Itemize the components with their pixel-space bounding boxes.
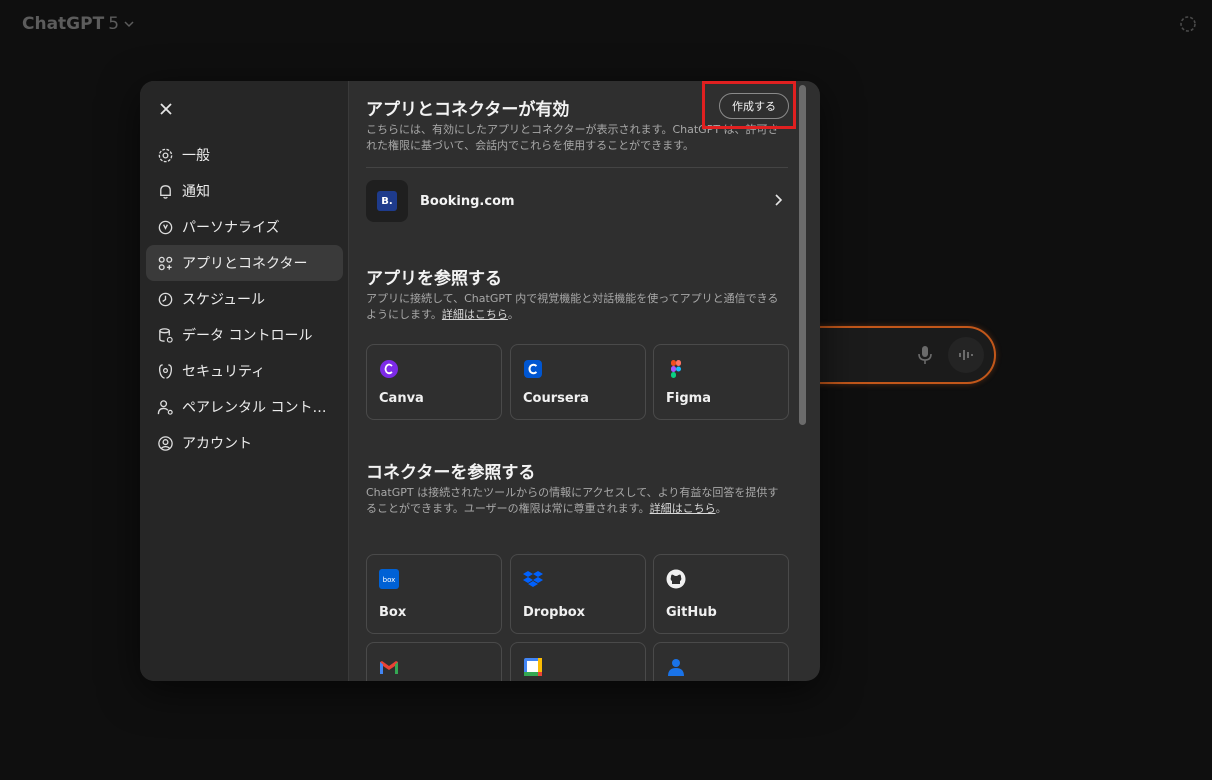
chevron-down-icon (124, 21, 134, 28)
enabled-app-booking[interactable]: B. Booking.com (366, 179, 788, 223)
sidebar-item-label: セキュリティ (182, 364, 266, 380)
apps-icon (158, 256, 173, 270)
connector-card-gmail[interactable] (366, 642, 502, 681)
connector-card-contacts[interactable] (653, 642, 789, 681)
settings-sidebar: 一般 通知 パーソナライズ アプリとコネクター スケジュール データ コントロー… (140, 81, 349, 681)
connector-card-box[interactable]: box Box (366, 554, 502, 634)
sidebar-item-account[interactable]: アカウント (146, 425, 343, 461)
sidebar-item-apps-connectors[interactable]: アプリとコネクター (146, 245, 343, 281)
settings-nav: 一般 通知 パーソナライズ アプリとコネクター スケジュール データ コントロー… (146, 137, 343, 461)
svg-text:box: box (383, 576, 396, 584)
card-label: GitHub (666, 605, 717, 620)
sidebar-item-general[interactable]: 一般 (146, 137, 343, 173)
connectors-learn-more-link[interactable]: 詳細はこちら (650, 502, 716, 515)
sidebar-item-schedule[interactable]: スケジュール (146, 281, 343, 317)
booking-name: Booking.com (420, 193, 515, 209)
connector-card-dropbox[interactable]: Dropbox (510, 554, 646, 634)
connectors-section-description: ChatGPT は接続されたツールからの情報にアクセスして、より有益な回答を提供… (366, 486, 779, 515)
personalize-icon (158, 220, 173, 234)
sidebar-item-label: 一般 (182, 148, 210, 164)
dropbox-icon (523, 571, 543, 587)
sidebar-item-label: パーソナライズ (182, 220, 280, 236)
sidebar-item-label: データ コントロール (182, 328, 313, 344)
apps-learn-more-link[interactable]: 詳細はこちら (442, 308, 508, 321)
sidebar-item-label: スケジュール (182, 292, 266, 308)
model-selector[interactable]: ChatGPT 5 (22, 14, 135, 34)
close-button[interactable] (154, 97, 178, 121)
booking-logo: B. (366, 180, 408, 222)
chevron-right-icon (775, 194, 783, 206)
card-label: Canva (379, 391, 424, 406)
github-icon (666, 569, 686, 589)
card-label: Coursera (523, 391, 589, 406)
app-card-canva[interactable]: Canva (366, 344, 502, 420)
parental-icon (157, 399, 173, 415)
shield-icon (158, 363, 173, 379)
google-calendar-icon (524, 658, 542, 676)
sidebar-item-label: アプリとコネクター (182, 256, 308, 272)
annotation-highlight-box (702, 81, 796, 129)
booking-logo-mark: B. (377, 191, 397, 211)
contacts-icon (668, 659, 684, 676)
sidebar-item-parental-controls[interactable]: ペアレンタル コント… (146, 389, 343, 425)
gear-icon (158, 148, 173, 162)
model-version: 5 (108, 14, 120, 34)
microphone-icon[interactable] (916, 345, 934, 365)
waveform-icon (959, 350, 973, 360)
connectors-desc-text: ChatGPT は接続されたツールからの情報にアクセスして、より有益な回答を提供… (366, 486, 779, 515)
box-icon: box (379, 569, 399, 589)
connectors-section-title: コネクターを参照する (366, 463, 536, 483)
app-card-figma[interactable]: Figma (653, 344, 789, 420)
sidebar-item-label: アカウント (182, 436, 252, 452)
apps-section-title: アプリを参照する (366, 269, 502, 289)
model-name: ChatGPT (22, 14, 105, 34)
canva-icon (380, 360, 398, 378)
sidebar-item-data-controls[interactable]: データ コントロール (146, 317, 343, 353)
connector-card-github[interactable]: GitHub (653, 554, 789, 634)
clock-icon (158, 292, 173, 306)
settings-content[interactable]: アプリとコネクターが有効 作成する こちらには、有効にしたアプリとコネクターが表… (350, 81, 808, 681)
sidebar-item-notifications[interactable]: 通知 (146, 173, 343, 209)
app-card-coursera[interactable]: Coursera (510, 344, 646, 420)
coursera-icon (524, 360, 542, 378)
sidebar-item-security[interactable]: セキュリティ (146, 353, 343, 389)
close-icon (160, 103, 172, 115)
sidebar-item-label: ペアレンタル コント… (182, 400, 327, 416)
card-label: Box (379, 605, 407, 620)
apps-section-description: アプリに接続して、ChatGPT 内で視覚機能と対話機能を使ってアプリと通信でき… (366, 292, 779, 321)
divider (366, 167, 788, 168)
temporary-chat-icon[interactable] (1178, 14, 1198, 34)
card-label: Dropbox (523, 605, 586, 620)
sidebar-item-label: 通知 (182, 184, 210, 200)
bell-icon (160, 184, 171, 199)
settings-modal: 一般 通知 パーソナライズ アプリとコネクター スケジュール データ コントロー… (140, 81, 820, 681)
top-bar: ChatGPT 5 (0, 0, 1212, 50)
account-icon (158, 435, 173, 451)
connector-card-google-calendar[interactable] (510, 642, 646, 681)
enabled-section-title: アプリとコネクターが有効 (366, 100, 570, 120)
card-label: Figma (666, 391, 711, 406)
gmail-icon (380, 661, 398, 674)
sidebar-item-personalize[interactable]: パーソナライズ (146, 209, 343, 245)
figma-icon (671, 360, 681, 378)
voice-mode-button[interactable] (948, 337, 984, 373)
apps-desc-text: アプリに接続して、ChatGPT 内で視覚機能と対話機能を使ってアプリと通信でき… (366, 292, 779, 321)
database-icon (159, 327, 173, 343)
scrollbar[interactable] (799, 85, 806, 425)
